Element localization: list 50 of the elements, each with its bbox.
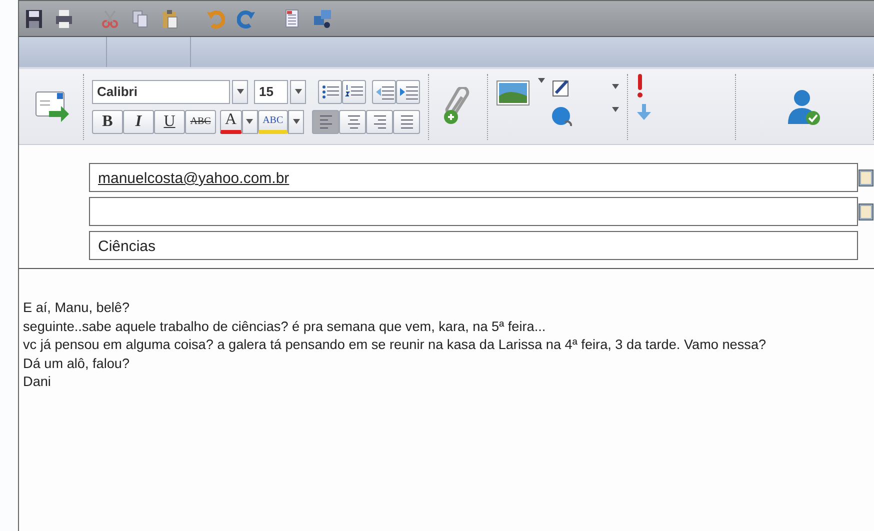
underline-button[interactable]: U (154, 110, 185, 134)
message-text-line: Dani (23, 373, 52, 391)
caret-icon (236, 89, 244, 94)
strikethrough-button[interactable]: ABC (185, 110, 216, 134)
align-center-button[interactable] (339, 110, 366, 134)
dropdown-button[interactable] (242, 110, 258, 134)
dropdown-button[interactable] (288, 110, 304, 134)
caret-icon[interactable] (612, 84, 620, 88)
to-field[interactable]: manuelcosta@yahoo.com.br (89, 163, 858, 192)
align-right-icon (372, 113, 387, 130)
paste-icon[interactable] (161, 8, 179, 28)
message-icon[interactable] (35, 88, 69, 124)
justify-button[interactable] (393, 110, 420, 134)
bullet-list-icon (320, 82, 340, 100)
signature-icon[interactable] (551, 78, 572, 98)
cc-field[interactable] (89, 197, 858, 226)
document-icon[interactable] (283, 8, 301, 28)
numbered-list-button[interactable] (342, 80, 366, 104)
bullet-list-button[interactable] (318, 80, 342, 104)
message-text-line: E aí, Manu, belê? (23, 299, 131, 317)
dropdown-button[interactable] (290, 80, 306, 104)
font-size-field[interactable]: 15 (254, 80, 288, 104)
increase-indent-button[interactable] (396, 80, 420, 104)
caret-icon (246, 119, 254, 124)
highlight-button[interactable]: ABC (258, 110, 288, 134)
justify-icon (400, 113, 414, 130)
dropdown-button[interactable] (232, 80, 248, 104)
message-text-line: vc já pensou em alguma coisa? a galera tá pensando em se reunir na kasa da Larissa na 4ª feira, 3 da tarde. Vamo nessa? (23, 336, 768, 354)
align-left-button[interactable] (312, 110, 340, 134)
image-icon[interactable] (496, 78, 532, 106)
align-center-icon (346, 113, 360, 130)
message-text-line: Dá um alô, falou? (23, 354, 131, 372)
contact-icon[interactable] (787, 88, 822, 126)
font-family-field[interactable]: Calibri (92, 80, 230, 104)
print-icon[interactable] (55, 8, 73, 28)
italic-button[interactable]: I (123, 110, 154, 134)
message-text-line: seguinte..sabe aquele trabalho de ciências? é pra semana que vem, kara, na 5ª feira... (23, 318, 547, 336)
subject-field[interactable]: Ciências (89, 231, 858, 260)
caret-icon (294, 89, 302, 94)
decrease-indent-button[interactable] (372, 80, 396, 104)
align-left-icon (318, 113, 333, 130)
save-icon[interactable] (25, 8, 43, 28)
align-right-button[interactable] (366, 110, 394, 134)
caret-icon[interactable] (612, 106, 620, 112)
bold-button[interactable]: B (92, 110, 123, 134)
caret-icon (292, 119, 300, 124)
exclamation-icon[interactable] (636, 74, 644, 98)
font-color-button[interactable]: A (220, 110, 242, 134)
copy-icon[interactable] (131, 8, 149, 28)
caret-icon[interactable] (538, 78, 546, 82)
